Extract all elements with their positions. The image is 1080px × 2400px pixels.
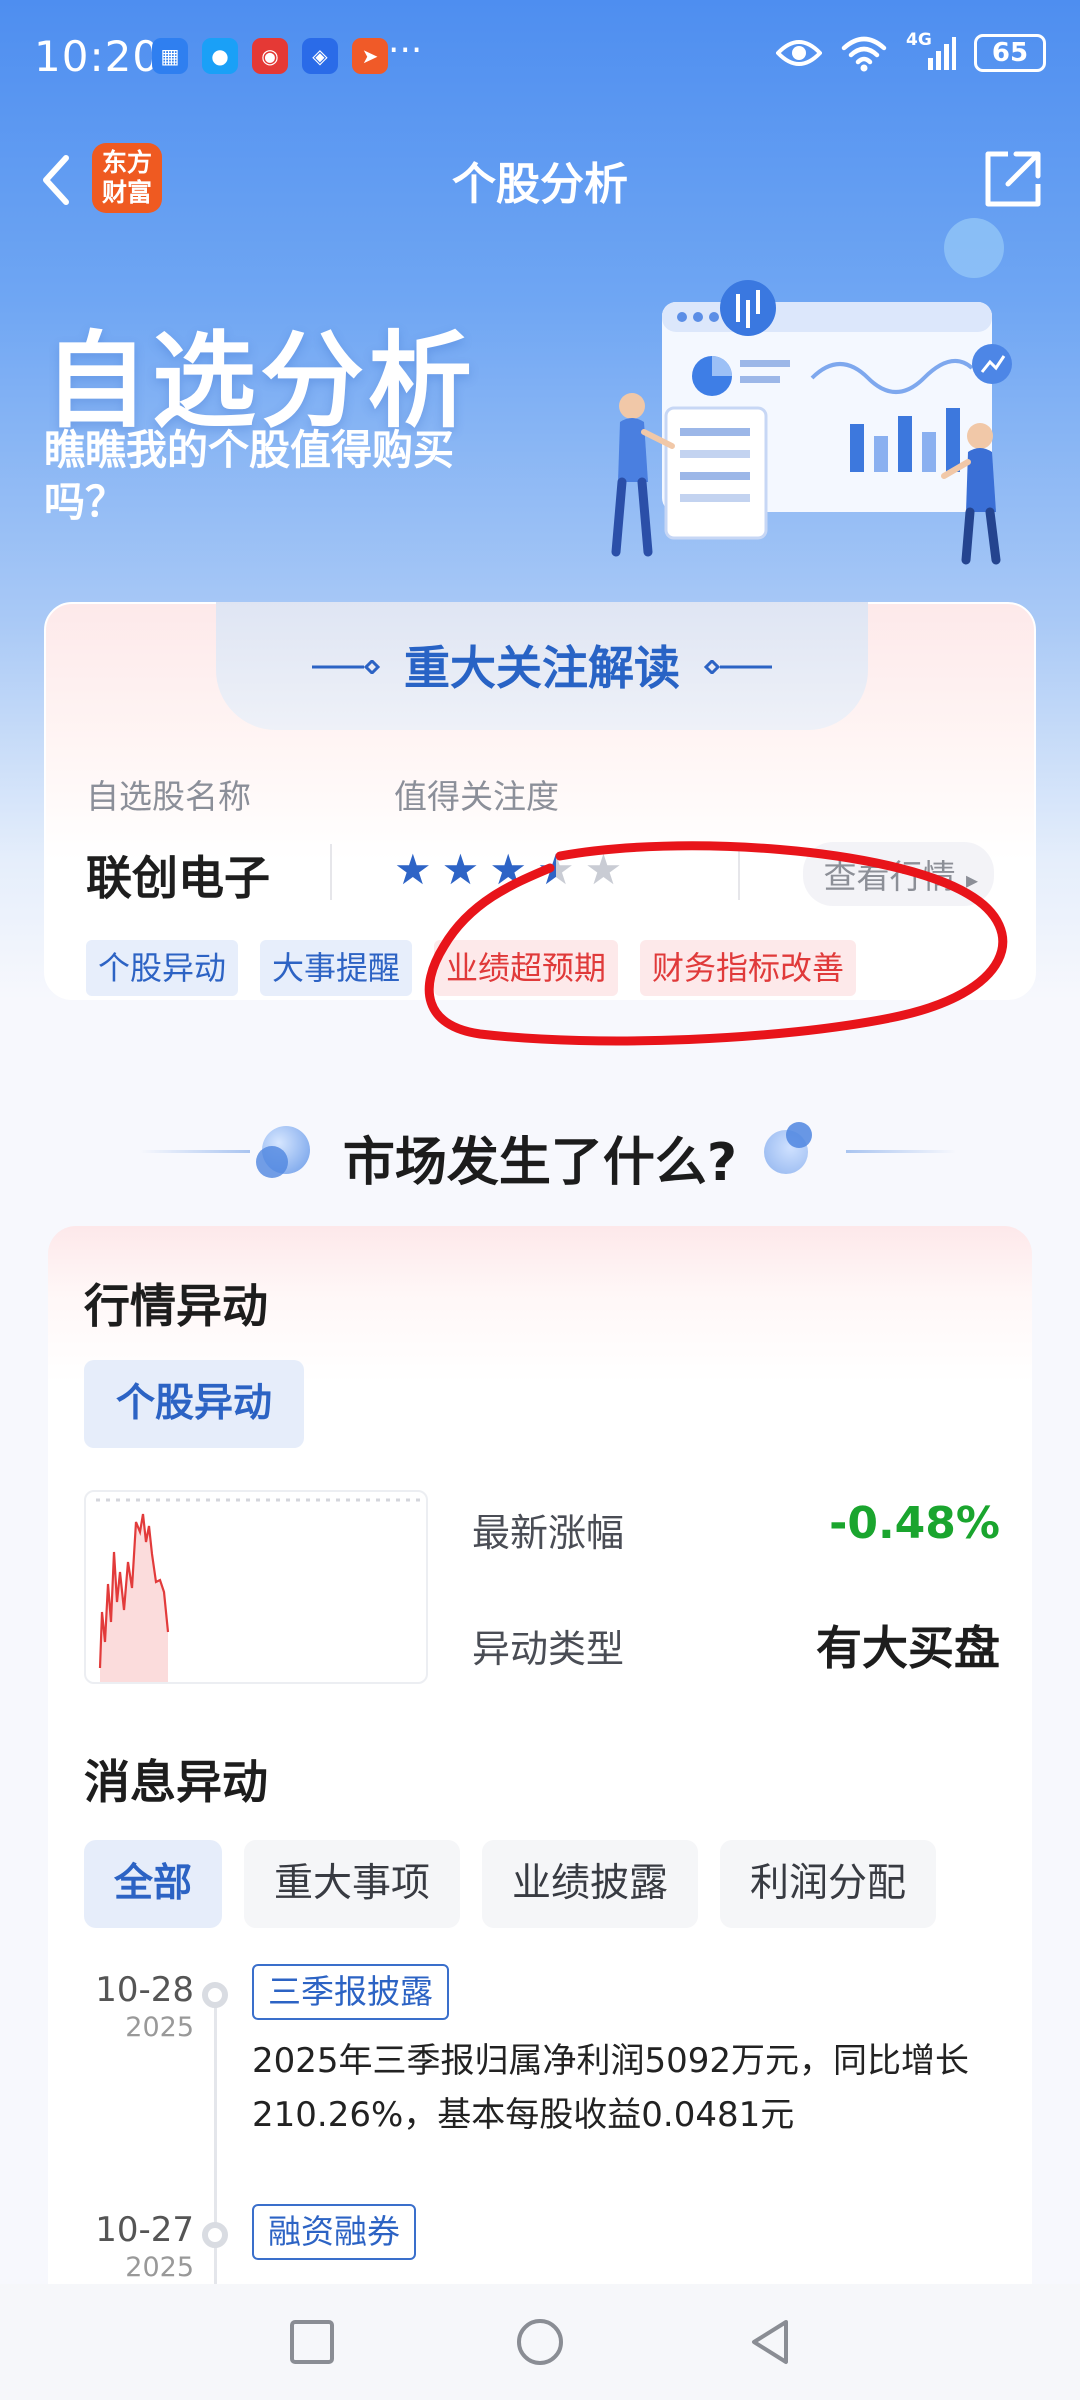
status-time: 10:20 — [34, 32, 161, 81]
divider — [330, 844, 332, 900]
star-filled-icon: ★ — [441, 845, 480, 894]
star-filled-icon: ★ — [489, 845, 527, 894]
send-app-icon: ➤ — [352, 38, 388, 74]
news-year: 2025 — [125, 2252, 194, 2283]
news-category-tag[interactable]: 三季报披露 — [252, 1964, 449, 2020]
bubble-decoration — [786, 1122, 812, 1148]
market-section-title: 市场发生了什么? — [342, 1133, 738, 1193]
news-date: 10-27 — [95, 2210, 194, 2250]
back-nav-icon[interactable] — [742, 2314, 798, 2370]
quote-anomaly-heading: 行情异动 — [84, 1279, 268, 1333]
news-summary[interactable]: 2025年三季报归属净利润5092万元，同比增长210.26%，基本每股收益0.… — [252, 2034, 992, 2142]
news-category-tag[interactable]: 融资融券 — [252, 2204, 416, 2260]
timeline-dot — [202, 1982, 228, 2008]
home-icon[interactable] — [512, 2314, 568, 2370]
focus-tag[interactable]: 财务指标改善 — [640, 940, 857, 996]
browser-app-icon: ◈ — [302, 38, 338, 74]
view-market-label: 查看行情 — [823, 857, 956, 896]
focus-tag[interactable]: 大事提醒 — [260, 940, 413, 996]
news-app-icon: ◉ — [252, 38, 288, 74]
stock-anomaly-pill[interactable]: 个股异动 — [84, 1360, 304, 1448]
news-filter-tabs: 全部 重大事项 业绩披露 利润分配 — [84, 1840, 937, 1928]
section-line-right — [846, 1150, 956, 1153]
system-nav-bar — [0, 2284, 1080, 2400]
attention-label: 值得关注度 — [394, 777, 559, 816]
anomaly-type-value: 有大买盘 — [816, 1621, 1000, 1675]
focus-tags: 个股异动 大事提醒 业绩超预期 财务指标改善 — [86, 940, 857, 996]
analysis-illustration — [611, 218, 1012, 565]
latest-change-value: -0.48% — [829, 1498, 1000, 1549]
news-anomaly-heading: 消息异动 — [84, 1755, 268, 1809]
caret-right-icon: ▸ — [965, 866, 978, 894]
timeline-dot — [202, 2222, 228, 2248]
status-bar: 10:20 ▦ ● ◉ ◈ ➤ ··· 4G 65 — [0, 0, 1080, 116]
news-filter-tab[interactable]: 重大事项 — [244, 1840, 461, 1928]
news-date: 10-28 — [95, 1970, 194, 2010]
intraday-mini-chart[interactable] — [84, 1490, 428, 1684]
major-focus-card: 重大关注解读 自选股名称 值得关注度 联创电子 ★ ★ ★ ★ ★ 查看行情 ▸ 个股异… — [44, 602, 1036, 1000]
news-filter-tab[interactable]: 全部 — [84, 1840, 223, 1928]
view-market-button[interactable]: 查看行情 ▸ — [803, 842, 994, 906]
stock-name[interactable]: 联创电子 — [86, 842, 270, 908]
hero-subtitle: 瞧瞧我的个股值得购买吗？ — [44, 426, 454, 526]
news-year: 2025 — [125, 2012, 194, 2043]
stock-name-label: 自选股名称 — [86, 777, 251, 816]
market-anomaly-card: 行情异动 个股异动 最新涨幅 -0.48% 异动类型 有大买盘 消息异动 全部重… — [48, 1226, 1032, 2346]
star-half-icon: ★ — [536, 845, 575, 894]
star-filled-icon: ★ — [394, 845, 432, 894]
battery-icon: 65 — [974, 34, 1046, 72]
anomaly-type-label: 异动类型 — [472, 1627, 625, 1671]
more-notifications-icon: ··· — [388, 30, 423, 71]
signal-icon: 4G — [906, 30, 956, 72]
attention-rating: ★ ★ ★ ★ ★ — [394, 848, 622, 892]
focus-tag[interactable]: 业绩超预期 — [434, 940, 619, 996]
divider — [738, 844, 740, 900]
latest-change-label: 最新涨幅 — [472, 1511, 625, 1555]
page-title: 个股分析 — [452, 159, 628, 210]
notification-icons: ▦ ● ◉ ◈ ➤ — [152, 38, 388, 74]
eye-icon — [776, 40, 822, 66]
decoration-right-icon — [703, 660, 772, 674]
focus-card-header: 重大关注解读 — [216, 602, 868, 730]
news-filter-tab[interactable]: 利润分配 — [720, 1840, 937, 1928]
focus-tag[interactable]: 个股异动 — [86, 940, 239, 996]
recent-apps-icon[interactable] — [284, 2314, 340, 2370]
message-app-icon: ● — [202, 38, 238, 74]
star-empty-icon: ★ — [584, 845, 623, 894]
calendar-app-icon: ▦ — [152, 38, 188, 74]
news-filter-tab[interactable]: 业绩披露 — [482, 1840, 699, 1928]
wifi-icon — [841, 36, 887, 72]
share-icon[interactable] — [980, 146, 1046, 212]
